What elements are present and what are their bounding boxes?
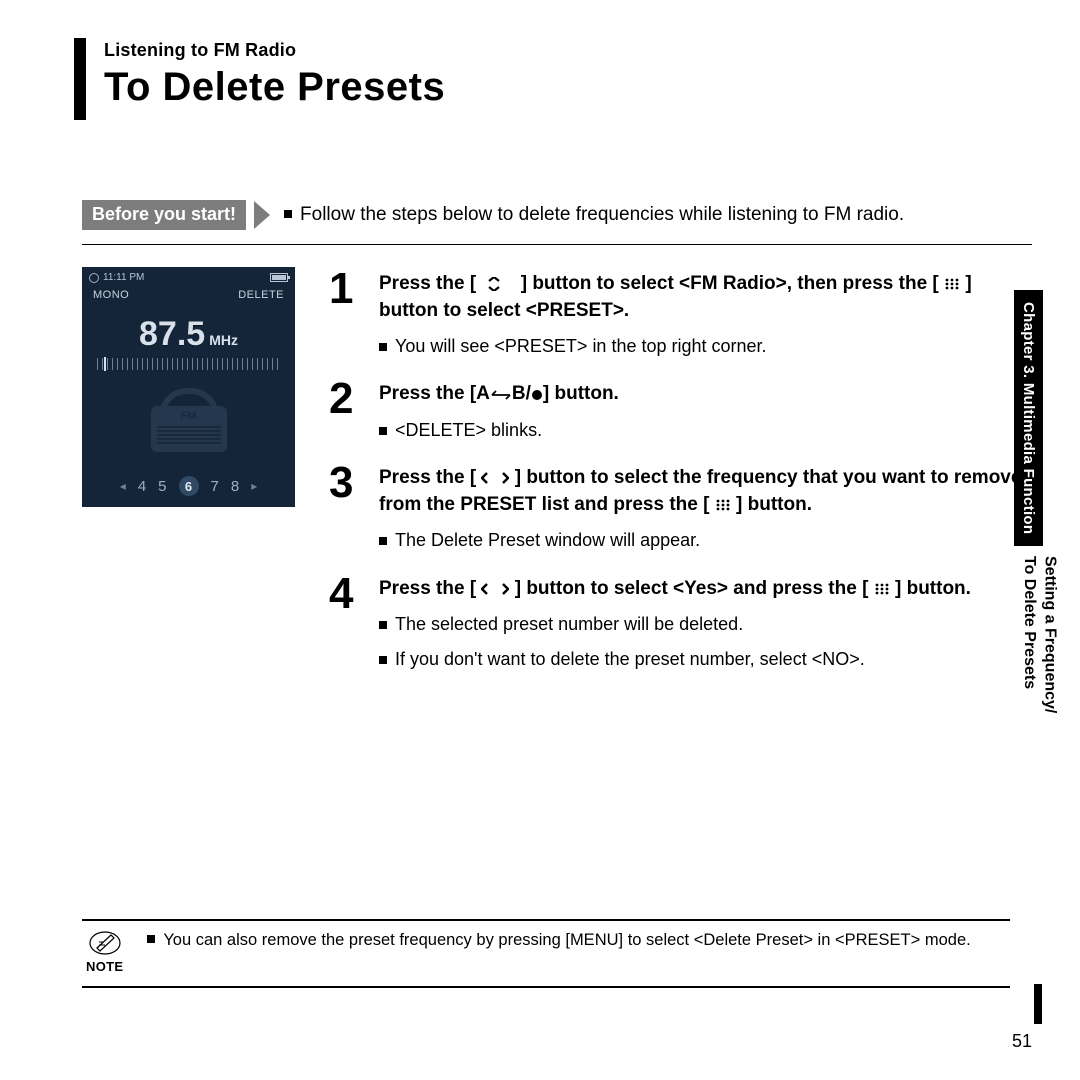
step-heading: Press the [ ] button to select <FM Radio… <box>379 271 1032 324</box>
device-illustration: 11:11 PM MONO DELETE 87.5MHz FM <box>82 267 295 507</box>
step-4: 4 Press the [ ] button to select <Yes> a… <box>329 572 1032 673</box>
record-dot-icon <box>531 383 543 404</box>
page-number: 51 <box>1012 1031 1032 1052</box>
side-tab: Chapter 3. Multimedia Function Setting a… <box>1014 290 1048 810</box>
status-bar: 11:11 PM <box>83 268 294 285</box>
chapter-tab: Chapter 3. Multimedia Function <box>1014 290 1043 546</box>
left-right-icon <box>481 578 509 599</box>
step-number: 1 <box>329 267 365 359</box>
bullet-icon <box>147 935 155 943</box>
before-tag: Before you start! <box>82 200 246 230</box>
battery-icon <box>270 273 288 282</box>
grid-icon <box>944 273 960 294</box>
step-heading: Press the [ ] button to select <Yes> and… <box>379 576 971 603</box>
status-time: 11:11 PM <box>103 272 144 283</box>
right-triangle-icon: ▸ <box>251 479 257 493</box>
repeat-ab-icon <box>490 383 512 404</box>
bullet-icon <box>379 656 387 664</box>
bullet-icon <box>379 343 387 351</box>
header: Listening to FM Radio To Delete Presets <box>82 38 1032 110</box>
note-label: NOTE <box>86 959 123 974</box>
frequency-unit: MHz <box>209 332 238 348</box>
left-right-icon <box>481 467 509 488</box>
preset-row: ◂ 4 5 6 7 8 ▸ <box>83 476 294 496</box>
preset-5: 5 <box>158 478 166 495</box>
step-sub: The Delete Preset window will appear. <box>379 528 1032 553</box>
preset-selected: 6 <box>179 476 199 496</box>
step-sub: <DELETE> blinks. <box>379 418 619 443</box>
breadcrumb: Listening to FM Radio <box>104 38 1032 61</box>
frequency-row: 87.5MHz <box>83 315 294 354</box>
header-accent-bar <box>74 38 86 120</box>
bullet-icon <box>379 427 387 435</box>
disc-icon <box>89 273 99 283</box>
preset-7: 7 <box>211 478 219 495</box>
page-title: To Delete Presets <box>104 65 1032 110</box>
device-screen: 11:11 PM MONO DELETE 87.5MHz FM <box>82 267 295 507</box>
fm-label: FM <box>181 410 197 422</box>
main-content: 11:11 PM MONO DELETE 87.5MHz FM <box>82 267 1032 691</box>
grid-icon <box>874 578 890 599</box>
step-heading: Press the [ ] button to select the frequ… <box>379 465 1032 518</box>
note-text: You can also remove the preset frequency… <box>147 929 970 952</box>
bullet-icon <box>379 537 387 545</box>
steps-list: 1 Press the [ ] button to select <FM Rad… <box>329 267 1032 691</box>
step-heading: Press the [AB/] button. <box>379 381 619 408</box>
mode-row: MONO DELETE <box>83 285 294 309</box>
step-number: 4 <box>329 572 365 673</box>
frequency-value: 87.5 <box>139 315 205 354</box>
grid-icon <box>715 494 731 515</box>
preset-8: 8 <box>231 478 239 495</box>
step-2: 2 Press the [AB/] button. <DELETE> blink… <box>329 377 1032 443</box>
page-corner-mark <box>1034 984 1042 1024</box>
bullet-icon <box>379 621 387 629</box>
mode-right: DELETE <box>238 289 284 301</box>
step-number: 3 <box>329 461 365 553</box>
up-down-icon <box>481 273 515 294</box>
tuning-scale <box>97 358 280 370</box>
before-you-start-row: Before you start! Follow the steps below… <box>82 200 1032 230</box>
step-1: 1 Press the [ ] button to select <FM Rad… <box>329 267 1032 359</box>
step-number: 2 <box>329 377 365 443</box>
left-triangle-icon: ◂ <box>120 479 126 493</box>
section-tab: Setting a Frequency/ To Delete Presets <box>1014 546 1060 713</box>
preset-4: 4 <box>138 478 146 495</box>
step-sub: If you don't want to delete the preset n… <box>379 647 971 672</box>
note-pencil-icon <box>88 929 122 957</box>
divider <box>82 244 1032 245</box>
step-sub: The selected preset number will be delet… <box>379 612 971 637</box>
step-sub: You will see <PRESET> in the top right c… <box>379 334 1032 359</box>
before-arrow-icon <box>254 201 270 229</box>
radio-graphic: FM <box>145 386 233 456</box>
mode-left: MONO <box>93 289 129 301</box>
step-3: 3 Press the [ ] button to select the fre… <box>329 461 1032 553</box>
before-text: Follow the steps below to delete frequen… <box>284 204 904 226</box>
bullet-icon <box>284 210 292 218</box>
note-block: NOTE You can also remove the preset freq… <box>82 919 1010 988</box>
before-text-value: Follow the steps below to delete frequen… <box>300 204 904 225</box>
